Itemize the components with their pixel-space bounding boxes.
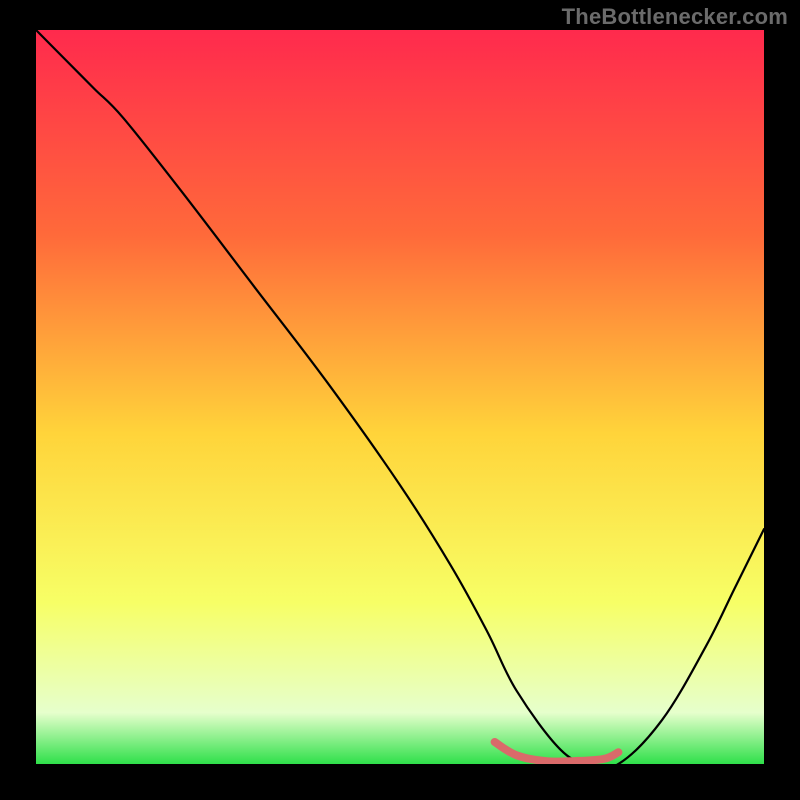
gradient-background: [36, 30, 764, 764]
chart-frame: TheBottlenecker.com: [0, 0, 800, 800]
attribution-label: TheBottlenecker.com: [562, 4, 788, 30]
bottleneck-plot: [36, 30, 764, 764]
plot-svg: [36, 30, 764, 764]
